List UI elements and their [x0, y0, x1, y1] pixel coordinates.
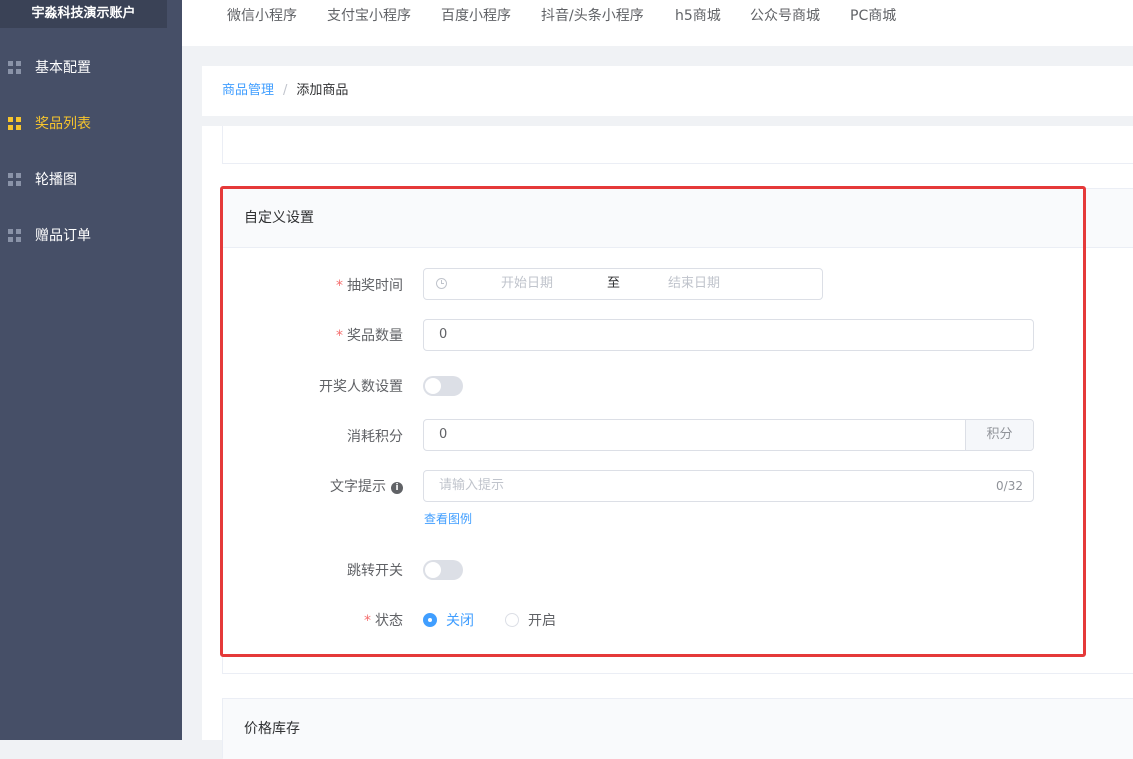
radio-dot — [505, 613, 519, 627]
status-label: * 状态 — [364, 610, 403, 630]
range-separator: 至 — [607, 276, 621, 291]
sidebar-item-label: 轮播图 — [35, 172, 77, 188]
redirect-switch-toggle[interactable] — [423, 560, 463, 580]
tab-h5-store[interactable]: h5商城 — [675, 0, 721, 33]
radio-label: 关闭 — [446, 613, 474, 629]
breadcrumb-separator: / — [283, 83, 288, 98]
breadcrumb-current: 添加商品 — [296, 83, 349, 98]
participant-setting-toggle[interactable] — [423, 376, 463, 396]
text-hint-label-text: 文字提示 — [330, 479, 386, 495]
points-unit: 积分 — [965, 420, 1033, 450]
grid-icon — [8, 61, 21, 74]
sidebar-item-prize-list[interactable]: 奖品列表 — [0, 104, 182, 144]
section-title: 价格库存 — [244, 721, 300, 737]
points-cost-input[interactable]: 0 积分 — [423, 419, 1034, 451]
custom-settings-header: 自定义设置 — [223, 189, 1133, 248]
status-radio-closed[interactable]: 关闭 — [423, 610, 474, 630]
draw-time-label: * 抽奖时间 — [336, 275, 403, 295]
radio-label: 开启 — [528, 613, 556, 629]
grid-icon — [8, 229, 21, 242]
toggle-knob — [425, 378, 441, 394]
status-radio-open[interactable]: 开启 — [505, 610, 556, 630]
tab-baidu-mini-program[interactable]: 百度小程序 — [441, 0, 511, 33]
draw-time-label-text: 抽奖时间 — [347, 278, 403, 294]
sidebar-item-label: 奖品列表 — [35, 116, 91, 132]
status-label-text: 状态 — [375, 613, 403, 629]
sidebar-item-label: 赠品订单 — [35, 228, 91, 244]
top-nav: 微信小程序 支付宝小程序 百度小程序 抖音/头条小程序 h5商城 公众号商城 P… — [182, 0, 1133, 46]
tab-alipay-mini-program[interactable]: 支付宝小程序 — [327, 0, 411, 33]
toggle-knob — [425, 562, 441, 578]
prize-quantity-value: 0 — [439, 327, 448, 342]
required-mark: * — [336, 328, 343, 344]
clock-icon — [436, 278, 447, 289]
points-cost-value: 0 — [439, 427, 448, 442]
sidebar-item-carousel[interactable]: 轮播图 — [0, 160, 182, 200]
required-mark: * — [336, 278, 343, 294]
points-cost-label: 消耗积分 — [347, 429, 403, 445]
start-date-input[interactable]: 开始日期 — [501, 269, 553, 299]
price-stock-header: 价格库存 — [223, 699, 1133, 759]
tab-wechat-mini-program[interactable]: 微信小程序 — [227, 0, 297, 33]
redirect-switch-label: 跳转开关 — [347, 563, 403, 579]
grid-icon — [8, 173, 21, 186]
sidebar-item-gift-orders[interactable]: 赠品订单 — [0, 216, 182, 256]
previous-section-card — [222, 126, 1133, 164]
text-hint-label: 文字提示 i — [330, 476, 403, 496]
char-counter: 0/32 — [996, 479, 1023, 493]
prize-quantity-label-text: 奖品数量 — [347, 328, 403, 344]
breadcrumb: 商品管理 / 添加商品 — [222, 66, 348, 116]
tab-official-account-store[interactable]: 公众号商城 — [750, 0, 820, 33]
participant-setting-label: 开奖人数设置 — [319, 379, 403, 395]
draw-time-range-picker[interactable]: 开始日期 至 结束日期 — [423, 268, 823, 300]
prize-quantity-label: * 奖品数量 — [336, 325, 403, 345]
section-title: 自定义设置 — [244, 210, 314, 226]
breadcrumb-bar: 商品管理 / 添加商品 — [202, 66, 1133, 116]
sidebar: 宇淼科技演示账户 基本配置 奖品列表 轮播图 赠品订单 — [0, 0, 182, 740]
text-hint-input[interactable]: 请输入提示 0/32 — [423, 470, 1034, 502]
tab-pc-store[interactable]: PC商城 — [850, 0, 896, 33]
text-hint-placeholder: 请输入提示 — [439, 478, 505, 493]
grid-icon — [8, 117, 21, 130]
info-icon[interactable]: i — [391, 482, 403, 494]
view-example-link[interactable]: 查看图例 — [424, 510, 472, 527]
breadcrumb-product-management[interactable]: 商品管理 — [222, 83, 274, 98]
account-name: 宇淼科技演示账户 — [0, 0, 167, 28]
price-stock-card: 价格库存 — [222, 698, 1133, 759]
radio-dot — [423, 613, 437, 627]
required-mark: * — [364, 613, 371, 629]
prize-quantity-input[interactable]: 0 — [423, 319, 1034, 351]
end-date-input[interactable]: 结束日期 — [668, 269, 720, 299]
tab-douyin-mini-program[interactable]: 抖音/头条小程序 — [541, 0, 644, 33]
sidebar-item-label: 基本配置 — [35, 60, 91, 76]
sidebar-item-basic-config[interactable]: 基本配置 — [0, 48, 182, 88]
